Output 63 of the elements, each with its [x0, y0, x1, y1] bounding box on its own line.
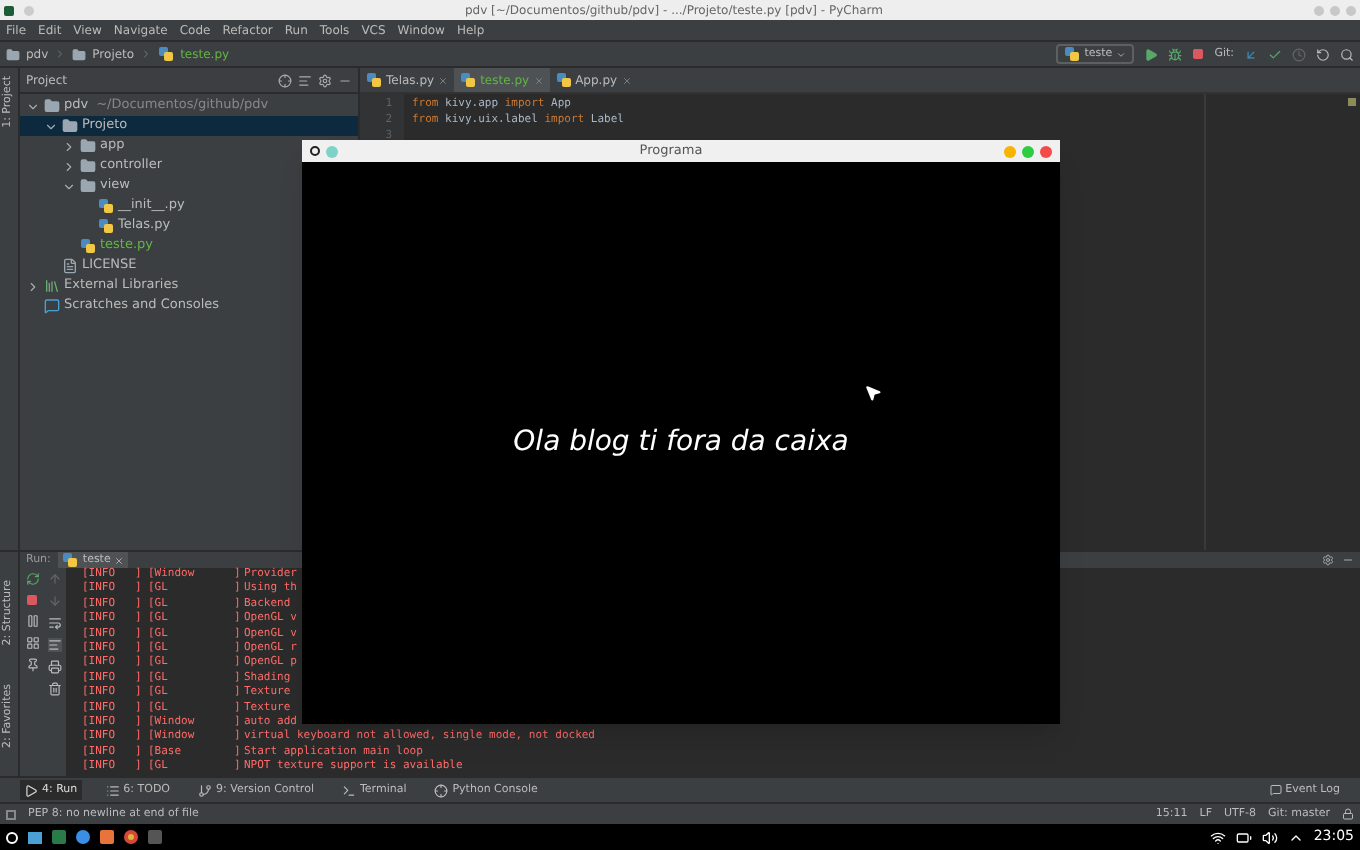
- folder-icon: [80, 158, 96, 174]
- run-icon[interactable]: [1144, 47, 1159, 61]
- print-icon[interactable]: [48, 660, 62, 674]
- app-icon: [4, 5, 14, 15]
- branch-icon: [198, 783, 213, 797]
- warning-marker-icon[interactable]: [1348, 98, 1356, 106]
- browser-icon[interactable]: [124, 830, 138, 844]
- python-file-icon: [555, 72, 572, 88]
- app-launcher-icon[interactable]: [6, 831, 18, 843]
- settings-icon[interactable]: [318, 73, 332, 87]
- app-label: Ola blog ti fora da caixa: [513, 424, 849, 462]
- folder-icon: [80, 178, 96, 194]
- stop-icon[interactable]: [26, 594, 38, 606]
- play-icon: [24, 783, 38, 797]
- debug-icon[interactable]: [1168, 47, 1183, 61]
- folder-icon: [72, 47, 87, 61]
- scroll-end-icon[interactable]: [48, 638, 62, 652]
- stop-icon[interactable]: [1192, 48, 1205, 60]
- file-icon: [62, 258, 78, 274]
- history-icon[interactable]: [1292, 47, 1306, 61]
- separator-icon: [140, 48, 153, 60]
- caret-icon: [1116, 49, 1127, 59]
- hide-icon[interactable]: [1342, 554, 1354, 566]
- python-file-icon: [62, 552, 79, 568]
- layout-icon[interactable]: [25, 636, 39, 650]
- volume-icon[interactable]: [1261, 829, 1278, 845]
- revert-icon[interactable]: [1316, 47, 1330, 61]
- status-toggle-icon[interactable]: [6, 809, 16, 819]
- maximize-icon[interactable]: [1022, 145, 1034, 157]
- up-arrow-icon[interactable]: [48, 572, 62, 586]
- update-icon[interactable]: [1244, 47, 1258, 61]
- mouse-cursor-icon: [864, 384, 882, 402]
- python-file-icon: [366, 72, 382, 88]
- folder-icon: [80, 138, 96, 154]
- balloon-icon: [1269, 784, 1282, 796]
- locate-icon[interactable]: [278, 73, 292, 87]
- check-icon[interactable]: [1268, 47, 1282, 61]
- console-icon: [434, 783, 449, 797]
- desktop-icon[interactable]: [28, 831, 42, 843]
- python-file-icon: [158, 46, 175, 62]
- rerun-icon[interactable]: [25, 572, 39, 586]
- window-menu-icon[interactable]: [310, 146, 320, 156]
- wrap-icon[interactable]: [48, 616, 62, 630]
- close-icon[interactable]: [1040, 145, 1052, 157]
- scratch-icon: [44, 298, 60, 314]
- delete-icon[interactable]: [48, 682, 62, 696]
- search-icon[interactable]: [1340, 47, 1354, 61]
- battery-icon[interactable]: [1235, 829, 1252, 845]
- down-arrow-icon[interactable]: [48, 594, 62, 608]
- folder-icon: [62, 118, 78, 134]
- settings-icon[interactable]: [1322, 554, 1334, 566]
- folder-icon: [44, 98, 60, 114]
- python-file-icon: [1064, 46, 1081, 62]
- terminal-icon: [341, 783, 356, 797]
- lock-icon[interactable]: [1342, 808, 1354, 820]
- pause-icon[interactable]: [25, 614, 39, 628]
- list-icon: [105, 783, 120, 797]
- wifi-icon[interactable]: [1209, 829, 1226, 845]
- separator-icon: [54, 48, 67, 60]
- folder-icon: [6, 47, 20, 61]
- python-file-icon: [460, 72, 477, 88]
- library-icon: [44, 278, 60, 294]
- collapse-icon[interactable]: [298, 73, 312, 87]
